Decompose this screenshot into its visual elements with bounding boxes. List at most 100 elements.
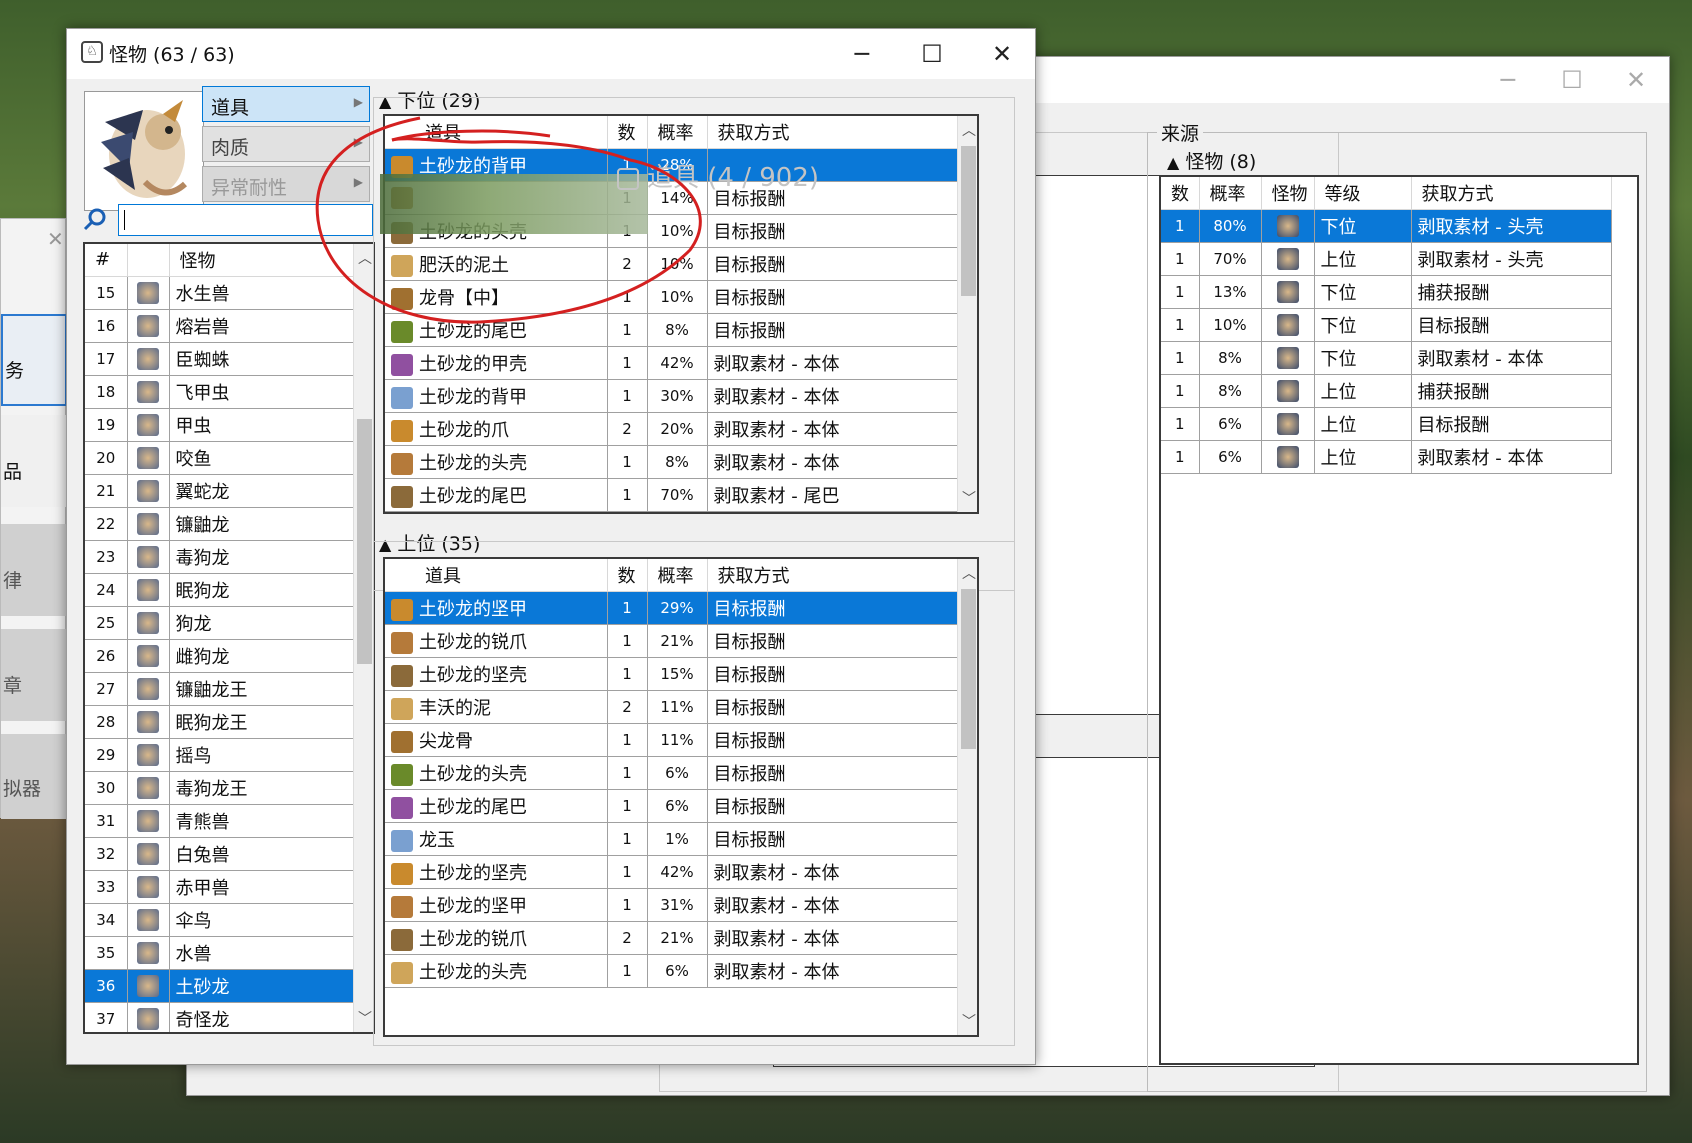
item-row[interactable]: 土砂龙的头壳 1 6% 目标报酬 [385, 756, 958, 790]
monster-row[interactable]: 31 青熊兽 [85, 804, 354, 838]
monster-row[interactable]: 21 翼蛇龙 [85, 474, 354, 508]
item-icon [391, 631, 413, 654]
item-num: 1 [607, 954, 648, 988]
source-rank: 下位 [1314, 275, 1412, 309]
item-row[interactable]: 土砂龙的尾巴 1 70% 剥取素材 - 尾巴 [385, 478, 958, 512]
item-row[interactable]: 丰沃的泥 2 11% 目标报酬 [385, 690, 958, 724]
scroll-down-icon[interactable]: ﹀ [958, 1011, 977, 1033]
minimize-button[interactable]: ─ [827, 35, 897, 73]
monster-row[interactable]: 22 镰鼬龙 [85, 507, 354, 541]
item-icon [391, 419, 413, 442]
col-num[interactable]: 数 [1161, 177, 1200, 210]
col-index[interactable]: # [85, 244, 128, 277]
item-row[interactable]: 土砂龙的头壳 1 6% 剥取素材 - 本体 [385, 954, 958, 988]
monster-row[interactable]: 20 咬鱼 [85, 441, 354, 475]
close-button[interactable]: ✕ [1601, 61, 1671, 99]
item-row[interactable]: 尖龙骨 1 11% 目标报酬 [385, 723, 958, 757]
source-row[interactable]: 1 6% 上位 剥取素材 - 本体 [1161, 440, 1612, 474]
close-icon[interactable]: ✕ [47, 227, 64, 251]
monster-row[interactable]: 29 摇鸟 [85, 738, 354, 772]
item-row[interactable]: 土砂龙的爪 2 20% 剥取素材 - 本体 [385, 412, 958, 446]
item-row[interactable]: 土砂龙的坚壳 1 42% 剥取素材 - 本体 [385, 855, 958, 889]
maximize-button[interactable]: ☐ [897, 35, 967, 73]
source-row[interactable]: 1 13% 下位 捕获报酬 [1161, 275, 1612, 309]
item-row[interactable]: 土砂龙的坚甲 1 31% 剥取素材 - 本体 [385, 888, 958, 922]
item-row[interactable]: 土砂龙的锐爪 1 21% 目标报酬 [385, 624, 958, 658]
monster-row[interactable]: 35 水兽 [85, 936, 354, 970]
maximize-button[interactable]: ☐ [1537, 61, 1607, 99]
col-monster[interactable]: 怪物 [1261, 177, 1315, 210]
monster-name: 眠狗龙王 [169, 705, 354, 739]
col-method[interactable]: 获取方式 [1411, 177, 1612, 210]
item-row[interactable]: 土砂龙的尾巴 1 6% 目标报酬 [385, 789, 958, 823]
monster-row[interactable]: 23 毒狗龙 [85, 540, 354, 574]
monster-index: 28 [85, 705, 128, 739]
scroll-down-icon[interactable]: ﹀ [958, 488, 977, 510]
left-item-1[interactable]: 品 [1, 415, 67, 507]
source-row[interactable]: 1 10% 下位 目标报酬 [1161, 308, 1612, 342]
monster-list-scrollbar[interactable]: ︿ ﹀ [353, 244, 373, 1032]
monster-group-header[interactable]: ▲ 怪物 (8) [1167, 147, 1256, 174]
monster-icon [137, 446, 159, 469]
item-row[interactable]: 土砂龙的坚甲 1 29% 目标报酬 [385, 591, 958, 625]
monster-row[interactable]: 18 飞甲虫 [85, 375, 354, 409]
monster-name: 土砂龙 [169, 969, 354, 1003]
item-method: 目标报酬 [707, 214, 958, 248]
monster-row[interactable]: 17 臣蜘蛛 [85, 342, 354, 376]
left-item-2[interactable]: 律 [1, 524, 67, 616]
source-row[interactable]: 1 8% 上位 捕获报酬 [1161, 374, 1612, 408]
monster-name: 狗龙 [169, 606, 354, 640]
monster-row[interactable]: 30 毒狗龙王 [85, 771, 354, 805]
scroll-up-icon[interactable]: ︿ [958, 120, 977, 142]
left-item-4[interactable]: 拟器 [1, 734, 67, 819]
col-icon [127, 244, 170, 277]
left-item-3[interactable]: 章 [1, 629, 67, 721]
item-row[interactable]: 土砂龙的背甲 1 30% 剥取素材 - 本体 [385, 379, 958, 413]
minimize-button[interactable]: ─ [1473, 61, 1543, 99]
monster-row[interactable]: 27 镰鼬龙王 [85, 672, 354, 706]
col-num[interactable]: 数 [607, 559, 648, 592]
source-row[interactable]: 1 70% 上位 剥取素材 - 头壳 [1161, 242, 1612, 276]
item-method: 目标报酬 [707, 657, 958, 691]
source-row[interactable]: 1 80% 下位 剥取素材 - 头壳 [1161, 209, 1612, 243]
scroll-thumb[interactable] [961, 589, 976, 749]
item-row[interactable]: 土砂龙的锐爪 2 21% 剥取素材 - 本体 [385, 921, 958, 955]
monster-row[interactable]: 34 伞鸟 [85, 903, 354, 937]
scroll-thumb[interactable] [357, 419, 372, 664]
source-row[interactable]: 1 8% 下位 剥取素材 - 本体 [1161, 341, 1612, 375]
monster-row[interactable]: 32 白兔兽 [85, 837, 354, 871]
item-row[interactable]: 土砂龙的头壳 1 8% 剥取素材 - 本体 [385, 445, 958, 479]
left-item-0[interactable]: 务 [1, 314, 67, 406]
monster-row[interactable]: 37 奇怪龙 [85, 1002, 354, 1032]
source-num: 1 [1161, 341, 1200, 375]
monster-row[interactable]: 19 甲虫 [85, 408, 354, 442]
item-row[interactable]: 土砂龙的甲壳 1 42% 剥取素材 - 本体 [385, 346, 958, 380]
monster-icon [127, 408, 170, 442]
monster-row[interactable]: 28 眠狗龙王 [85, 705, 354, 739]
col-rate[interactable]: 概率 [647, 559, 708, 592]
monster-row[interactable]: 36 土砂龙 [85, 969, 354, 1003]
scroll-down-icon[interactable]: ﹀ [354, 1008, 373, 1030]
col-method[interactable]: 获取方式 [707, 559, 958, 592]
high-rank-scrollbar[interactable]: ︿ ﹀ [957, 559, 977, 1035]
monster-name: 眠狗龙 [169, 573, 354, 607]
scroll-thumb[interactable] [961, 146, 976, 296]
col-rate[interactable]: 概率 [1199, 177, 1262, 210]
col-rank[interactable]: 等级 [1314, 177, 1412, 210]
monster-row[interactable]: 24 眠狗龙 [85, 573, 354, 607]
item-rate: 6% [647, 756, 708, 790]
item-row[interactable]: 土砂龙的坚壳 1 15% 目标报酬 [385, 657, 958, 691]
col-item[interactable]: 道具 [385, 559, 608, 592]
monster-row[interactable]: 26 雌狗龙 [85, 639, 354, 673]
monster-icon [127, 474, 170, 508]
item-row[interactable]: 龙玉 1 1% 目标报酬 [385, 822, 958, 856]
source-row[interactable]: 1 6% 上位 目标报酬 [1161, 407, 1612, 441]
low-rank-scrollbar[interactable]: ︿ ﹀ [957, 116, 977, 512]
item-cell: 土砂龙的坚壳 [385, 657, 608, 691]
scroll-up-icon[interactable]: ︿ [958, 563, 977, 585]
close-button[interactable]: ✕ [967, 35, 1037, 73]
monster-row[interactable]: 33 赤甲兽 [85, 870, 354, 904]
monster-name: 翼蛇龙 [169, 474, 354, 508]
monster-row[interactable]: 25 狗龙 [85, 606, 354, 640]
col-method[interactable]: 获取方式 [707, 116, 958, 149]
